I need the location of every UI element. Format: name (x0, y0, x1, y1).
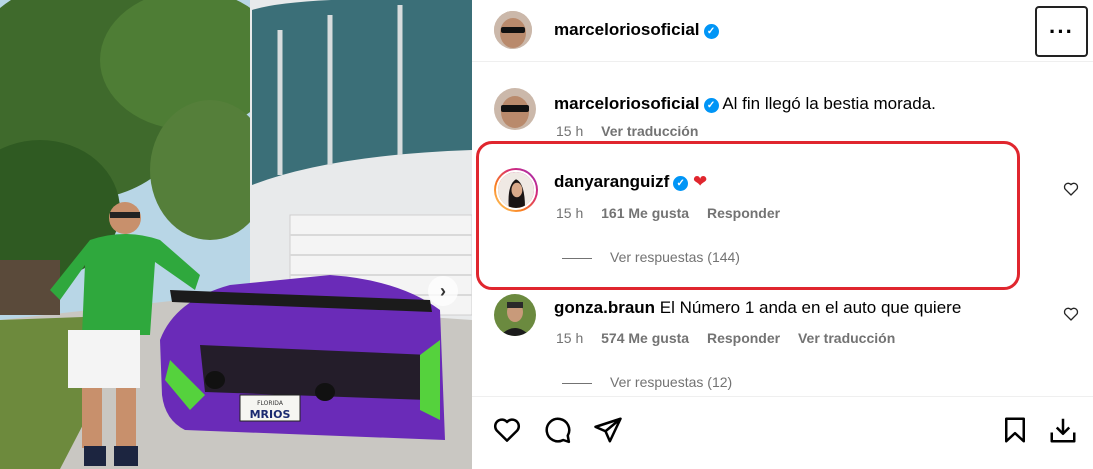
like-comment-heart-icon[interactable] (1063, 306, 1079, 322)
view-replies-button[interactable]: Ver respuestas (12) (562, 374, 732, 390)
translate-link[interactable]: Ver traducción (798, 330, 895, 346)
download-icon[interactable] (1048, 415, 1078, 445)
post-header: marceloriosoficial ✓ ··· (472, 0, 1093, 62)
author-username-text[interactable]: marceloriosoficial (554, 20, 700, 39)
more-options-button[interactable]: ··· (1035, 6, 1088, 57)
svg-text:MRIOS: MRIOS (250, 408, 291, 421)
next-photo-button[interactable]: › (428, 276, 458, 306)
comment-meta: 15 h Ver traducción (556, 123, 712, 139)
comment-text: El Número 1 anda en el auto que quiere (659, 298, 962, 317)
comment-text: Al fin llegó la bestia morada. (722, 94, 936, 113)
translate-link[interactable]: Ver traducción (601, 123, 698, 139)
author-avatar[interactable] (494, 11, 532, 49)
post-photo[interactable]: FLORIDA MRIOS › (0, 0, 472, 469)
comment-icon[interactable] (542, 415, 572, 445)
commenter-username[interactable]: gonza.braun (554, 298, 655, 317)
like-comment-heart-icon[interactable] (1063, 181, 1079, 197)
commenter-username[interactable]: marceloriosoficial (554, 94, 700, 113)
commenter-avatar[interactable] (494, 294, 536, 336)
replies-divider (562, 382, 592, 384)
comment-time[interactable]: 15 h (556, 123, 583, 139)
verified-icon: ✓ (703, 98, 719, 113)
more-icon: ··· (1049, 18, 1074, 44)
comment-line: marceloriosoficial ✓ Al fin llegó la best… (554, 94, 936, 114)
comment-meta: 15 h 574 Me gusta Responder Ver traducci… (556, 330, 909, 346)
comment-likes[interactable]: 574 Me gusta (601, 330, 689, 346)
heart-icon[interactable] (492, 415, 522, 445)
reply-button[interactable]: Responder (707, 330, 780, 346)
highlight-box (476, 141, 1020, 290)
save-icon[interactable] (1000, 415, 1030, 445)
commenter-avatar[interactable] (494, 88, 536, 130)
post-actions-bar (472, 396, 1093, 469)
author-username[interactable]: marceloriosoficial ✓ (554, 20, 719, 40)
svg-text:FLORIDA: FLORIDA (257, 400, 284, 407)
view-replies-label: Ver respuestas (12) (610, 374, 733, 390)
comment-time[interactable]: 15 h (556, 330, 583, 346)
post-image: FLORIDA MRIOS (0, 0, 472, 469)
chevron-right-icon: › (440, 280, 446, 301)
comment-line: gonza.braun El Número 1 anda en el auto … (554, 298, 961, 318)
verified-icon: ✓ (703, 24, 719, 39)
share-icon[interactable] (593, 415, 623, 445)
